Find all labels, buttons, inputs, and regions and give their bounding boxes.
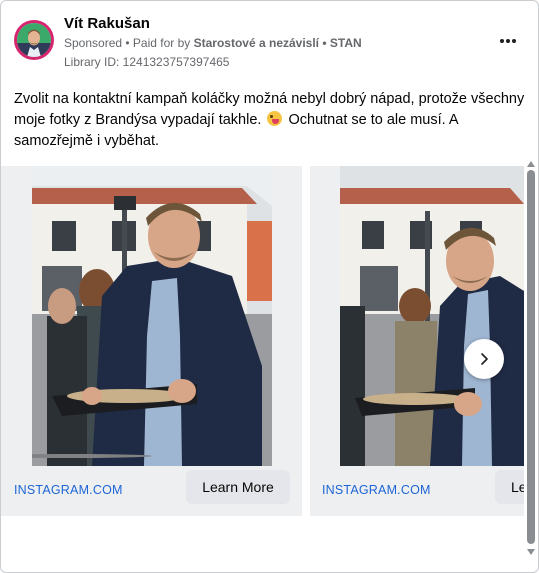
avatar-photo bbox=[17, 23, 51, 57]
learn-more-button[interactable]: Learn More bbox=[495, 470, 524, 504]
tongue-out-emoji-icon bbox=[267, 111, 283, 126]
avatar[interactable] bbox=[14, 20, 54, 60]
sponsored-line: Sponsored • Paid for by Starostové a nez… bbox=[64, 36, 362, 50]
carousel-image[interactable] bbox=[340, 166, 524, 466]
scrollbar-thumb[interactable] bbox=[527, 170, 535, 544]
carousel[interactable]: INSTAGRAM.COM Learn More INSTAGRAM.COM L bbox=[1, 161, 524, 521]
library-id: Library ID: 1241323757397465 bbox=[64, 55, 230, 69]
post-text: Zvolit na kontaktní kampaň koláčky možná… bbox=[14, 89, 529, 152]
chevron-right-icon bbox=[481, 353, 488, 365]
vertical-scrollbar[interactable] bbox=[526, 161, 536, 561]
more-horizontal-icon bbox=[500, 39, 504, 43]
card-link[interactable]: INSTAGRAM.COM bbox=[14, 483, 123, 497]
scroll-down-arrow-icon[interactable] bbox=[527, 549, 535, 555]
ad-card: Vít Rakušan Sponsored • Paid for by Star… bbox=[0, 0, 539, 573]
sponsored-label: Sponsored bbox=[64, 36, 123, 50]
paid-by-name[interactable]: Starostové a nezávislí • STAN bbox=[194, 36, 362, 50]
carousel-next-button[interactable] bbox=[464, 339, 504, 379]
more-options-button[interactable] bbox=[495, 30, 521, 50]
card-link[interactable]: INSTAGRAM.COM bbox=[322, 483, 431, 497]
carousel-image[interactable] bbox=[32, 166, 272, 466]
scroll-up-arrow-icon[interactable] bbox=[527, 161, 535, 167]
paid-for-label: • Paid for by bbox=[122, 36, 194, 50]
learn-more-button[interactable]: Learn More bbox=[186, 470, 290, 504]
author-name[interactable]: Vít Rakušan bbox=[64, 15, 150, 32]
